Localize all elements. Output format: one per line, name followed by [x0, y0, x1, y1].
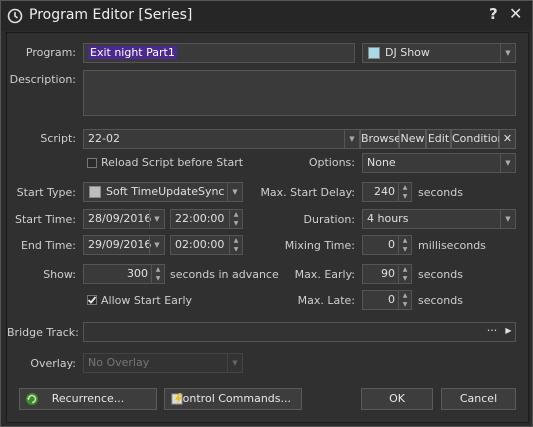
- max-start-delay-input[interactable]: 240 ▲ ▼: [362, 182, 412, 202]
- bridge-track-play-button[interactable]: ▶: [501, 322, 516, 342]
- recurrence-button[interactable]: Recurrence...: [19, 388, 157, 410]
- script-dropdown[interactable]: 22-02 ▼: [83, 129, 360, 149]
- duration-value: 4 hours: [367, 212, 409, 225]
- show-advance-value: 300: [127, 267, 148, 280]
- clock-icon: [7, 8, 23, 24]
- chevron-down-icon: ▼: [500, 44, 515, 62]
- ok-button[interactable]: OK: [361, 388, 433, 410]
- show-advance-input[interactable]: 300 ▲ ▼: [83, 264, 165, 284]
- recurrence-label: Recurrence...: [51, 392, 125, 405]
- script-label: Script:: [40, 132, 76, 145]
- chevron-down-icon: ▼: [500, 154, 515, 172]
- overlay-dropdown[interactable]: No Overlay ▼: [83, 353, 243, 373]
- script-edit-button[interactable]: Edit: [426, 129, 451, 149]
- show-type-color-swatch: [368, 47, 380, 59]
- window-title: Program Editor [Series]: [29, 7, 193, 23]
- help-button[interactable]: ?: [489, 5, 498, 23]
- spinner-icon[interactable]: ▲ ▼: [398, 265, 411, 283]
- recurrence-icon: [26, 393, 38, 405]
- script-value: 22-02: [88, 132, 120, 145]
- program-name-input[interactable]: Exit night Part1: [83, 43, 355, 63]
- max-early-unit: seconds: [418, 268, 463, 281]
- start-time-value: 22:00:00: [175, 212, 225, 225]
- max-start-delay-label: Max. Start Delay:: [260, 186, 355, 199]
- lightning-icon: [171, 393, 183, 405]
- title-bar: Program Editor [Series] ? ✕: [1, 1, 532, 31]
- end-date-value: 29/09/2016: [88, 238, 152, 251]
- chevron-down-icon: ▼: [149, 210, 164, 228]
- overlay-label: Overlay:: [30, 357, 76, 370]
- chevron-down-icon: ▼: [227, 354, 242, 372]
- show-label: Show:: [43, 268, 76, 281]
- max-start-delay-unit: seconds: [418, 186, 463, 199]
- control-commands-button[interactable]: Control Commands...: [164, 388, 302, 410]
- chevron-down-icon: ▼: [344, 130, 359, 148]
- max-late-label: Max. Late:: [297, 294, 355, 307]
- start-type-label: Start Type:: [16, 186, 76, 199]
- cancel-button[interactable]: Cancel: [441, 388, 516, 410]
- start-type-swatch: [89, 186, 101, 198]
- overlay-value: No Overlay: [88, 356, 150, 369]
- checkmark-icon: [87, 296, 97, 304]
- script-condition-button[interactable]: Condition: [451, 129, 505, 149]
- mixing-time-input[interactable]: 0 ▲ ▼: [362, 235, 412, 255]
- show-type-dropdown[interactable]: DJ Show ▼: [362, 43, 516, 63]
- start-date-value: 28/09/2016: [88, 212, 152, 225]
- max-early-value: 90: [381, 267, 395, 280]
- start-type-dropdown[interactable]: Soft TimeUpdateSync ▼: [83, 182, 243, 202]
- duration-dropdown[interactable]: 4 hours ▼: [362, 209, 516, 229]
- chevron-down-icon: ▼: [227, 183, 242, 201]
- max-late-input[interactable]: 0 ▲ ▼: [362, 290, 412, 310]
- bridge-track-label: Bridge Track:: [7, 326, 79, 339]
- max-start-delay-value: 240: [374, 185, 395, 198]
- start-type-value: Soft TimeUpdateSync: [106, 185, 225, 198]
- chevron-down-icon: ▼: [149, 236, 164, 254]
- mixing-time-value: 0: [388, 238, 395, 251]
- allow-start-early-label: Allow Start Early: [101, 294, 193, 307]
- chevron-down-icon: ▼: [500, 210, 515, 228]
- spinner-icon[interactable]: ▲ ▼: [229, 236, 242, 254]
- mixing-time-unit: milliseconds: [418, 239, 486, 252]
- script-new-button[interactable]: New: [399, 129, 426, 149]
- bridge-track-input[interactable]: [83, 322, 516, 342]
- end-time-label: End Time:: [20, 239, 76, 252]
- duration-label: Duration:: [303, 213, 355, 226]
- spinner-icon[interactable]: ▲ ▼: [151, 265, 164, 283]
- max-late-value: 0: [388, 293, 395, 306]
- control-commands-label: Control Commands...: [174, 392, 291, 405]
- spinner-icon[interactable]: ▲ ▼: [398, 236, 411, 254]
- allow-start-early-checkbox[interactable]: [87, 295, 97, 305]
- options-dropdown[interactable]: None ▼: [362, 153, 516, 173]
- max-late-unit: seconds: [418, 294, 463, 307]
- program-name-value: Exit night Part1: [88, 46, 177, 59]
- start-time-input[interactable]: 22:00:00 ▲ ▼: [170, 209, 243, 229]
- description-textarea[interactable]: [83, 70, 516, 116]
- options-label: Options:: [308, 156, 355, 169]
- end-time-value: 02:00:00: [175, 238, 225, 251]
- mixing-time-label: Mixing Time:: [284, 239, 355, 252]
- spinner-icon[interactable]: ▲ ▼: [229, 210, 242, 228]
- end-time-input[interactable]: 02:00:00 ▲ ▼: [170, 235, 243, 255]
- start-time-label: Start Time:: [15, 213, 76, 226]
- show-type-value: DJ Show: [385, 46, 430, 59]
- max-early-label: Max. Early:: [294, 268, 355, 281]
- spinner-icon[interactable]: ▲ ▼: [398, 183, 411, 201]
- max-early-input[interactable]: 90 ▲ ▼: [362, 264, 412, 284]
- description-label: Description:: [9, 73, 76, 86]
- program-label: Program:: [25, 46, 76, 59]
- reload-script-checkbox[interactable]: [87, 158, 97, 168]
- bridge-track-browse-button[interactable]: ···: [483, 322, 501, 342]
- script-browse-button[interactable]: Browse: [360, 129, 401, 149]
- end-date-picker[interactable]: 29/09/2016 ▼: [83, 235, 165, 255]
- start-date-picker[interactable]: 28/09/2016 ▼: [83, 209, 165, 229]
- close-button[interactable]: ✕: [509, 4, 522, 23]
- script-clear-button[interactable]: ✕: [499, 129, 516, 149]
- reload-script-label: Reload Script before Start: [101, 156, 244, 169]
- editor-panel: Program: Exit night Part1 DJ Show ▼ Desc…: [6, 32, 529, 423]
- options-value: None: [367, 156, 396, 169]
- program-editor-window: Program Editor [Series] ? ✕ Program: Exi…: [0, 0, 533, 427]
- spinner-icon[interactable]: ▲ ▼: [398, 291, 411, 309]
